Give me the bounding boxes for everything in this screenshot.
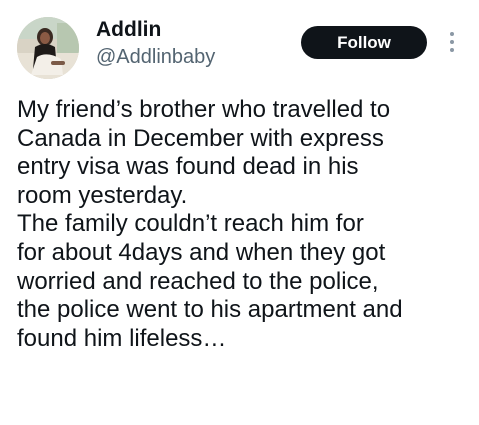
tweet-text-line: found him lifeless… xyxy=(17,324,227,352)
tweet-text-line: Canada in December with express xyxy=(17,124,384,152)
more-dot xyxy=(450,48,454,52)
user-handle[interactable]: @Addlinbaby xyxy=(96,45,215,69)
more-dot xyxy=(450,32,454,36)
more-options-icon[interactable] xyxy=(442,30,462,56)
tweet-text: My friend’s brother who travelled to Can… xyxy=(17,96,472,353)
avatar[interactable] xyxy=(17,17,79,79)
tweet-card: Addlin @Addlinbaby Follow My friend’s br… xyxy=(0,0,479,425)
tweet-text-line: for about 4days and when they got xyxy=(17,238,386,266)
more-dot xyxy=(450,40,454,44)
user-info: Addlin @Addlinbaby xyxy=(96,17,215,69)
follow-button[interactable]: Follow xyxy=(301,26,427,59)
tweet-text-line: The family couldn’t reach him for xyxy=(17,210,364,238)
tweet-text-line: entry visa was found dead in his xyxy=(17,153,359,181)
tweet-text-line: the police went to his apartment and xyxy=(17,296,403,324)
tweet-text-line: worried and reached to the police, xyxy=(17,267,379,295)
tweet-text-line: My friend’s brother who travelled to xyxy=(17,96,391,123)
profile-photo-icon xyxy=(17,17,79,79)
display-name[interactable]: Addlin xyxy=(96,17,215,43)
tweet-text-line: room yesterday. xyxy=(17,181,188,209)
